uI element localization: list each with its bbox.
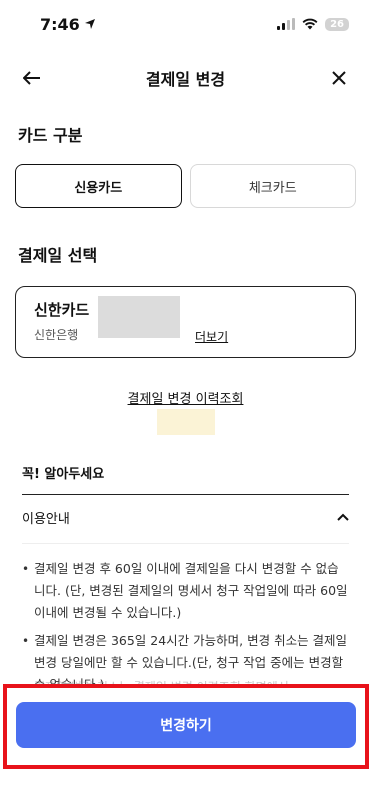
status-time: 7:46 <box>40 15 96 34</box>
bottom-action-area: 결제일 변경 취소는 결제일 변경 이력조회 화면에서 변경하기 <box>0 678 371 800</box>
watermark <box>156 409 215 435</box>
cellular-signal-icon <box>277 18 296 30</box>
credit-card-option[interactable]: 신용카드 <box>15 164 182 208</box>
bullet-text: 결제일 변경 후 60일 이내에 결제일을 다시 변경할 수 없습니다. (단,… <box>34 561 348 620</box>
guide-label: 이용안내 <box>22 511 70 527</box>
back-arrow-icon <box>23 71 40 85</box>
card-select-box[interactable]: 신한카드 신한은행 더보기 <box>15 286 356 358</box>
chevron-up-icon <box>337 513 349 521</box>
redaction-mask <box>98 296 180 338</box>
payment-day-title: 결제일 선택 <box>18 246 98 265</box>
bullet-dot: • <box>22 562 30 576</box>
wifi-icon <box>302 18 318 30</box>
guide-bullets: • 결제일 변경 후 60일 이내에 결제일을 다시 변경할 수 없습니다. (… <box>0 558 371 696</box>
more-link[interactable]: 더보기 <box>195 328 228 345</box>
notice-divider <box>22 494 349 495</box>
close-button[interactable] <box>325 64 353 92</box>
page-title: 결제일 변경 <box>145 70 226 89</box>
close-icon <box>332 71 346 85</box>
battery-icon: 26 <box>325 17 349 31</box>
notice-title: 꼭! 알아두세요 <box>22 467 105 482</box>
guide-divider <box>22 543 349 544</box>
location-arrow-icon <box>84 19 95 29</box>
status-indicators: 26 <box>277 17 349 31</box>
card-bank: 신한은행 <box>34 328 79 342</box>
list-item: • 결제일 변경 후 60일 이내에 결제일을 다시 변경할 수 없습니다. (… <box>22 558 349 624</box>
card-type-title: 카드 구분 <box>18 126 83 145</box>
card-bank-row: 신한은행 <box>34 326 337 343</box>
navigation-bar: 결제일 변경 <box>0 48 371 108</box>
check-card-option[interactable]: 체크카드 <box>189 164 356 208</box>
guide-accordion-header[interactable]: 이용안내 <box>0 497 371 537</box>
status-time-text: 7:46 <box>40 14 80 34</box>
back-button[interactable] <box>18 64 46 92</box>
change-button[interactable]: 변경하기 <box>16 702 356 748</box>
card-name: 신한카드 <box>34 301 90 319</box>
card-type-selector: 신용카드 체크카드 <box>0 164 371 208</box>
status-bar: 7:46 26 <box>0 0 371 48</box>
history-link[interactable]: 결제일 변경 이력조회 <box>0 388 371 407</box>
